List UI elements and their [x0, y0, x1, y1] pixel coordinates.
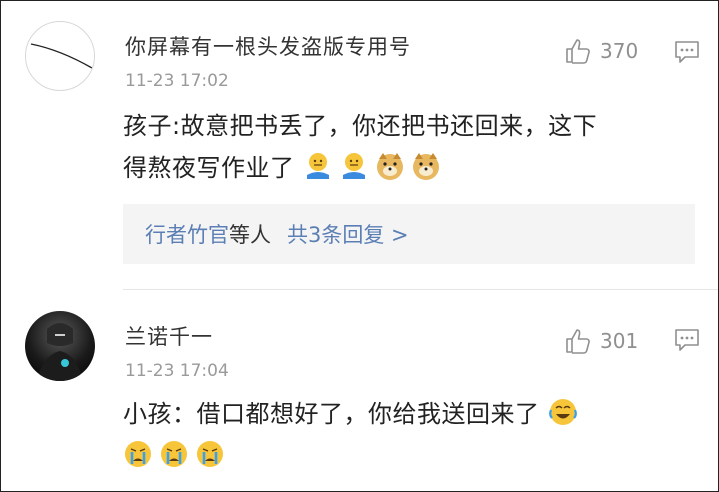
- avatar-image: [37, 323, 83, 381]
- comment-text: 孩子:故意把书丢了，你还把书还回来，这下 得熬夜写作业了: [123, 105, 693, 189]
- reply-button[interactable]: [674, 39, 700, 69]
- crying-emoji-icon: [125, 441, 151, 467]
- thumbs-up-icon: [566, 39, 590, 64]
- reply-count-link[interactable]: 共3条回复 >: [287, 219, 409, 249]
- comment-text-line: [123, 435, 693, 477]
- comment-text-line: 得熬夜写作业了: [123, 147, 693, 189]
- like-count: 370: [600, 39, 639, 63]
- reply-summary[interactable]: 行者竹官 等人 共3条回复 >: [123, 204, 695, 264]
- like-button[interactable]: 301: [564, 327, 638, 355]
- reply-button[interactable]: [674, 327, 700, 357]
- avatar[interactable]: [25, 21, 95, 91]
- reply-users-link[interactable]: 行者竹官: [145, 219, 229, 249]
- username[interactable]: 你屏幕有一根头发盗版专用号: [125, 31, 411, 61]
- thumbs-up-icon: [566, 329, 590, 354]
- avatar-image: [30, 43, 93, 69]
- timestamp: 11-23 17:02: [125, 71, 229, 91]
- shrug-emoji-icon: [306, 153, 329, 179]
- comment-text-segment: 小孩：借口都想好了，你给我送回来了: [123, 400, 540, 428]
- avatar[interactable]: [25, 311, 95, 381]
- crying-emoji-icon: [197, 441, 223, 467]
- reply-users-suffix: 等人: [229, 223, 271, 247]
- crying-emoji-icon: [161, 441, 187, 467]
- shrug-emoji-icon: [342, 153, 365, 179]
- like-count: 301: [600, 329, 639, 353]
- comment-text-segment: 得熬夜写作业了: [123, 154, 295, 182]
- divider: [123, 289, 718, 290]
- like-button[interactable]: 370: [564, 37, 638, 65]
- comment-icon: [675, 41, 699, 63]
- comment-text-line: 孩子:故意把书丢了，你还把书还回来，这下: [123, 112, 598, 140]
- username[interactable]: 兰诺千一: [125, 321, 213, 351]
- laugh-cry-emoji-icon: [548, 399, 577, 425]
- comment-icon: [675, 329, 699, 351]
- doge-emoji-icon: [376, 153, 403, 180]
- comment-text: 小孩：借口都想好了，你给我送回来了: [123, 393, 693, 477]
- comment-text-line: 小孩：借口都想好了，你给我送回来了: [123, 393, 693, 435]
- doge-emoji-icon: [412, 153, 439, 180]
- timestamp: 11-23 17:04: [125, 361, 229, 381]
